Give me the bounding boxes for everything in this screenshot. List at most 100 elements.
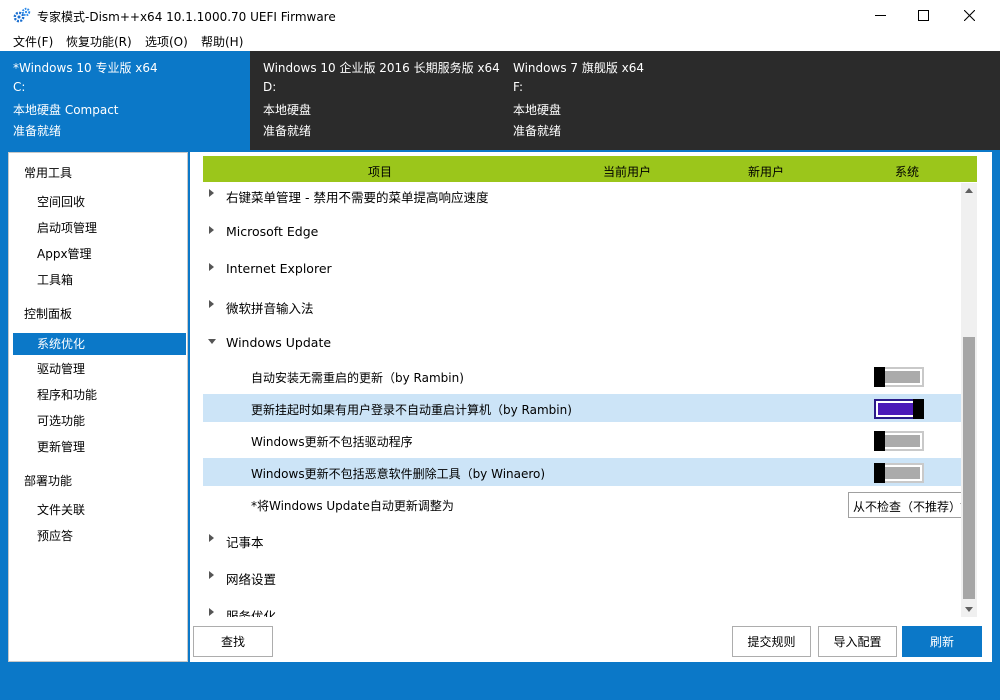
vertical-scrollbar[interactable] [961, 183, 977, 617]
option-row: Windows更新不包括恶意软件删除工具（by Winaero) [203, 458, 961, 486]
column-system[interactable]: 系统 [895, 163, 919, 180]
column-new-user[interactable]: 新用户 [748, 163, 784, 180]
sidebar-item-updates[interactable]: 更新管理 [13, 436, 186, 458]
category-label: 微软拼音输入法 [226, 301, 314, 316]
tree-category-network[interactable]: 网络设置 [203, 562, 961, 590]
category-label: 记事本 [226, 535, 264, 550]
option-row: 更新挂起时如果有用户登录不自动重启计算机（by Rambin) [203, 394, 961, 422]
expand-arrow-icon[interactable] [209, 300, 214, 308]
minimize-button[interactable] [857, 0, 903, 30]
image-drive: D: [263, 80, 277, 94]
tree-category-pinyin[interactable]: 微软拼音输入法 [203, 291, 961, 319]
table-header: 项目 当前用户 新用户 系统 [203, 156, 977, 182]
sidebar-group-control-panel: 控制面板 [24, 307, 73, 321]
title-bar: 专家模式-Dism++x64 10.1.1000.70 UEFI Firmwar… [0, 0, 1000, 30]
menu-file[interactable]: 文件(F) [13, 33, 53, 50]
image-card-win10-ltsb[interactable]: Windows 10 企业版 2016 长期服务版 x64 D: 本地硬盘 准备… [250, 51, 500, 150]
dropdown-value: 从不检查（不推荐） [853, 500, 962, 514]
app-window: 专家模式-Dism++x64 10.1.1000.70 UEFI Firmwar… [0, 0, 1000, 700]
menu-bar: 文件(F) 恢复功能(R) 选项(O) 帮助(H) [0, 30, 1000, 51]
tree-category-context-menu[interactable]: 右键菜单管理 - 禁用不需要的菜单提高响应速度 [203, 180, 961, 208]
sidebar-item-answer-file[interactable]: 预应答 [13, 525, 186, 547]
submit-rule-button[interactable]: 提交规则 [732, 626, 811, 657]
expand-arrow-icon[interactable] [209, 571, 214, 579]
image-disk: 本地硬盘 [513, 103, 562, 117]
tree-category-services[interactable]: 服务优化 [203, 599, 961, 617]
image-name: *Windows 10 专业版 x64 [13, 61, 158, 75]
scrollbar-thumb[interactable] [963, 337, 975, 599]
expand-arrow-icon[interactable] [209, 608, 214, 616]
system-toggle[interactable] [874, 367, 924, 387]
minimize-icon [874, 14, 886, 16]
option-label: Windows更新不包括恶意软件删除工具（by Winaero) [251, 467, 546, 481]
image-drive: F: [513, 80, 524, 94]
collapse-arrow-icon[interactable] [208, 339, 216, 344]
sidebar-item-space-cleanup[interactable]: 空间回收 [13, 191, 186, 213]
window-title: 专家模式-Dism++x64 10.1.1000.70 UEFI Firmwar… [37, 10, 336, 24]
image-disk: 本地硬盘 Compact [13, 103, 119, 117]
menu-help[interactable]: 帮助(H) [201, 33, 243, 50]
system-toggle[interactable] [874, 463, 924, 483]
sidebar-item-drivers[interactable]: 驱动管理 [13, 358, 186, 380]
maximize-icon [917, 9, 929, 21]
image-card-win10-pro[interactable]: *Windows 10 专业版 x64 C: 本地硬盘 Compact 准备就绪 [0, 51, 250, 150]
close-button[interactable] [946, 0, 992, 30]
gears-icon [13, 7, 31, 23]
sidebar-group-deploy: 部署功能 [24, 474, 73, 488]
sidebar-item-toolbox[interactable]: 工具箱 [13, 269, 186, 291]
expand-arrow-icon[interactable] [209, 263, 214, 271]
expand-arrow-icon[interactable] [209, 534, 214, 542]
optimize-panel: 项目 当前用户 新用户 系统 右键菜单管理 - 禁用不需要的菜单提高响应速度 M… [190, 152, 992, 662]
image-disk: 本地硬盘 [263, 103, 312, 117]
option-row: 自动安装无需重启的更新（by Rambin) [203, 362, 961, 390]
expand-arrow-icon[interactable] [209, 189, 214, 197]
image-name: Windows 10 企业版 2016 长期服务版 x64 [263, 61, 500, 75]
image-name: Windows 7 旗舰版 x64 [513, 61, 645, 75]
tree-category-ie[interactable]: Internet Explorer [203, 254, 961, 282]
image-selector: *Windows 10 专业版 x64 C: 本地硬盘 Compact 准备就绪… [0, 51, 1000, 150]
scroll-up-arrow-icon[interactable] [965, 188, 973, 193]
image-status: 准备就绪 [13, 124, 62, 138]
refresh-button[interactable]: 刷新 [902, 626, 982, 657]
category-label: Windows Update [226, 335, 332, 350]
find-button[interactable]: 查找 [193, 626, 273, 657]
image-status: 准备就绪 [513, 124, 562, 138]
sidebar-item-startup[interactable]: 启动项管理 [13, 217, 186, 239]
option-label: *将Windows Update自动更新调整为 [251, 499, 454, 513]
sidebar-item-programs[interactable]: 程序和功能 [13, 384, 186, 406]
option-label: 自动安装无需重启的更新（by Rambin) [251, 371, 464, 385]
status-bar [0, 662, 1000, 700]
sidebar-item-system-optimize[interactable]: 系统优化 [13, 333, 186, 355]
image-drive: C: [13, 80, 26, 94]
category-label: 右键菜单管理 - 禁用不需要的菜单提高响应速度 [226, 190, 489, 205]
expand-arrow-icon[interactable] [209, 226, 214, 234]
close-icon [963, 9, 975, 21]
system-toggle[interactable] [874, 431, 924, 451]
category-label: 网络设置 [226, 572, 277, 587]
auto-update-dropdown[interactable]: 从不检查（不推荐） [848, 492, 973, 518]
sidebar-item-file-assoc[interactable]: 文件关联 [13, 499, 186, 521]
sidebar-item-optional-features[interactable]: 可选功能 [13, 410, 186, 432]
system-toggle[interactable] [874, 399, 924, 419]
image-status: 准备就绪 [263, 124, 312, 138]
menu-restore[interactable]: 恢复功能(R) [66, 33, 132, 50]
tree-category-windows-update[interactable]: Windows Update [203, 328, 961, 356]
import-config-button[interactable]: 导入配置 [818, 626, 897, 657]
option-label: 更新挂起时如果有用户登录不自动重启计算机（by Rambin) [251, 403, 572, 417]
menu-options[interactable]: 选项(O) [145, 33, 188, 50]
scroll-down-arrow-icon[interactable] [965, 607, 973, 612]
maximize-button[interactable] [900, 0, 946, 30]
sidebar: 常用工具 空间回收 启动项管理 Appx管理 工具箱 控制面板 系统优化 驱动管… [8, 152, 188, 662]
image-card-win7[interactable]: Windows 7 旗舰版 x64 F: 本地硬盘 准备就绪 [500, 51, 750, 150]
sidebar-group-tools: 常用工具 [24, 166, 73, 180]
tree-category-notepad[interactable]: 记事本 [203, 525, 961, 553]
sidebar-item-appx[interactable]: Appx管理 [13, 243, 186, 265]
category-label: Microsoft Edge [226, 224, 319, 239]
category-label: Internet Explorer [226, 261, 332, 276]
category-label: 服务优化 [226, 609, 277, 617]
tree-category-edge[interactable]: Microsoft Edge [203, 217, 961, 245]
option-label: Windows更新不包括驱动程序 [251, 435, 413, 449]
option-row: *将Windows Update自动更新调整为 从不检查（不推荐） [203, 490, 973, 518]
column-current-user[interactable]: 当前用户 [603, 163, 651, 180]
column-item[interactable]: 项目 [368, 163, 392, 180]
